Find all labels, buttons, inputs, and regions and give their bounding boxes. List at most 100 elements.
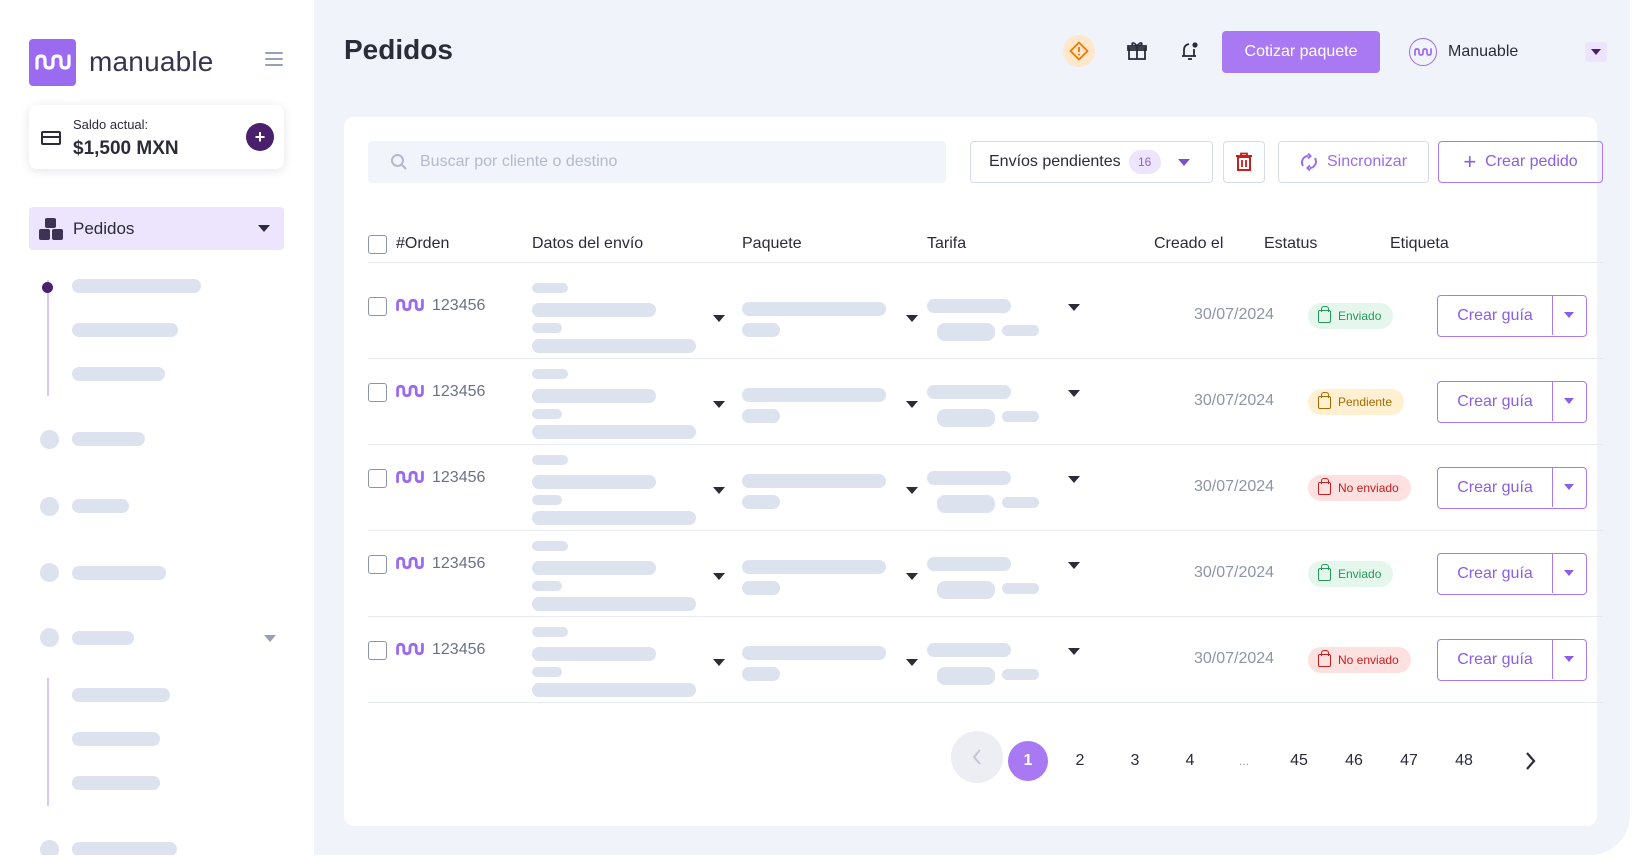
package-chevron-icon[interactable]	[906, 659, 918, 666]
package-placeholder	[742, 495, 780, 509]
status-filter-dropdown[interactable]: Envíos pendientes 16	[970, 141, 1213, 183]
user-menu-chevron-icon[interactable]	[1585, 42, 1607, 62]
create-label-button[interactable]: Crear guía	[1438, 296, 1553, 335]
chevron-down-icon[interactable]	[264, 635, 276, 642]
package-placeholder	[742, 581, 780, 595]
create-label-button[interactable]: Crear guía	[1438, 468, 1553, 507]
page-button[interactable]: 4	[1170, 741, 1210, 781]
sidebar-item-placeholder[interactable]	[72, 842, 177, 855]
sidebar-subitem-placeholder[interactable]	[72, 367, 165, 381]
column-header[interactable]: Etiqueta	[1390, 235, 1449, 253]
package-placeholder	[742, 388, 886, 402]
package-chevron-icon[interactable]	[906, 401, 918, 408]
package-placeholder	[742, 560, 886, 574]
status-label: No enviado	[1338, 653, 1399, 667]
page-button[interactable]: 2	[1060, 741, 1100, 781]
sidebar-item-placeholder[interactable]	[72, 631, 134, 645]
sidebar-subitem-placeholder[interactable]	[72, 323, 178, 337]
order-number[interactable]: 123456	[432, 641, 485, 659]
nav-item-icon-placeholder	[40, 430, 59, 449]
row-checkbox[interactable]	[368, 555, 387, 574]
create-label-split-button[interactable]: Crear guía	[1437, 295, 1587, 337]
add-balance-button[interactable]: +	[246, 123, 274, 151]
chevron-down-icon[interactable]	[1564, 398, 1574, 404]
create-label-split-button[interactable]: Crear guía	[1437, 553, 1587, 595]
warning-icon[interactable]	[1063, 35, 1095, 67]
sidebar-subitem-placeholder[interactable]	[72, 776, 160, 790]
create-order-button[interactable]: + Crear pedido	[1438, 141, 1603, 183]
menu-icon[interactable]	[265, 52, 283, 68]
create-label-split-button[interactable]: Crear guía	[1437, 639, 1587, 681]
shipment-chevron-icon[interactable]	[713, 573, 725, 580]
rate-chevron-icon[interactable]	[1068, 390, 1080, 397]
notification-bell-icon[interactable]	[1175, 36, 1205, 66]
row-checkbox[interactable]	[368, 383, 387, 402]
sidebar-subitem-placeholder[interactable]	[72, 688, 170, 702]
column-header[interactable]: Tarifa	[927, 235, 966, 253]
sync-button[interactable]: Sincronizar	[1278, 141, 1429, 183]
create-label-split-button[interactable]: Crear guía	[1437, 467, 1587, 509]
gift-icon[interactable]	[1122, 36, 1152, 66]
sidebar-item-placeholder[interactable]	[72, 432, 145, 446]
create-order-label: Crear pedido	[1485, 153, 1578, 170]
sidebar-subitem-placeholder[interactable]	[72, 732, 160, 746]
chevron-down-icon[interactable]	[1564, 484, 1574, 490]
page-button[interactable]: 45	[1279, 741, 1319, 781]
page-button[interactable]: 46	[1334, 741, 1374, 781]
create-label-button[interactable]: Crear guía	[1438, 554, 1553, 593]
rate-placeholder	[937, 409, 995, 427]
column-header[interactable]: Creado el	[1154, 235, 1223, 253]
shipment-data-placeholder	[532, 647, 656, 661]
page-button[interactable]: 3	[1115, 741, 1155, 781]
chevron-down-icon[interactable]	[1564, 312, 1574, 318]
chevron-down-icon[interactable]	[1564, 570, 1574, 576]
previous-page-button[interactable]	[951, 731, 1003, 783]
order-number[interactable]: 123456	[432, 469, 485, 487]
sidebar-item-pedidos[interactable]: Pedidos	[29, 207, 284, 250]
shipment-data-placeholder	[532, 283, 568, 293]
user-name[interactable]: Manuable	[1448, 43, 1518, 61]
rate-chevron-icon[interactable]	[1068, 476, 1080, 483]
page-button[interactable]: 1	[1008, 741, 1048, 781]
column-header[interactable]: Paquete	[742, 235, 802, 253]
nav-item-icon-placeholder	[40, 497, 59, 516]
delete-button[interactable]	[1223, 141, 1265, 183]
shipment-chevron-icon[interactable]	[713, 659, 725, 666]
row-checkbox[interactable]	[368, 641, 387, 660]
quote-package-button[interactable]: Cotizar paquete	[1222, 31, 1380, 73]
rate-chevron-icon[interactable]	[1068, 304, 1080, 311]
create-label-button[interactable]: Crear guía	[1438, 640, 1553, 679]
next-page-button[interactable]	[1512, 743, 1548, 779]
row-checkbox[interactable]	[368, 469, 387, 488]
bag-icon	[1318, 649, 1331, 667]
manuable-logo-icon	[396, 384, 424, 398]
column-header[interactable]: Datos del envío	[532, 235, 643, 253]
package-chevron-icon[interactable]	[906, 487, 918, 494]
column-header[interactable]: Estatus	[1264, 235, 1317, 253]
chevron-down-icon[interactable]	[1564, 656, 1574, 662]
sidebar-subitem-placeholder[interactable]	[72, 279, 201, 293]
sidebar-item-placeholder[interactable]	[72, 566, 166, 580]
order-number[interactable]: 123456	[432, 555, 485, 573]
select-all-checkbox[interactable]	[368, 235, 387, 254]
page-button[interactable]: 48	[1444, 741, 1484, 781]
user-avatar[interactable]	[1409, 38, 1437, 66]
brand-logo[interactable]: manuable	[29, 38, 283, 86]
package-chevron-icon[interactable]	[906, 573, 918, 580]
create-label-split-button[interactable]: Crear guía	[1437, 381, 1587, 423]
rate-chevron-icon[interactable]	[1068, 648, 1080, 655]
order-number[interactable]: 123456	[432, 297, 485, 315]
search-input[interactable]	[420, 153, 920, 171]
shipment-chevron-icon[interactable]	[713, 315, 725, 322]
package-chevron-icon[interactable]	[906, 315, 918, 322]
shipment-chevron-icon[interactable]	[713, 401, 725, 408]
create-label-button[interactable]: Crear guía	[1438, 382, 1553, 421]
search-bar[interactable]	[368, 141, 946, 183]
column-header[interactable]: #Orden	[396, 235, 449, 253]
sidebar-item-placeholder[interactable]	[72, 499, 129, 513]
order-number[interactable]: 123456	[432, 383, 485, 401]
row-checkbox[interactable]	[368, 297, 387, 316]
page-button[interactable]: 47	[1389, 741, 1429, 781]
shipment-chevron-icon[interactable]	[713, 487, 725, 494]
rate-chevron-icon[interactable]	[1068, 562, 1080, 569]
